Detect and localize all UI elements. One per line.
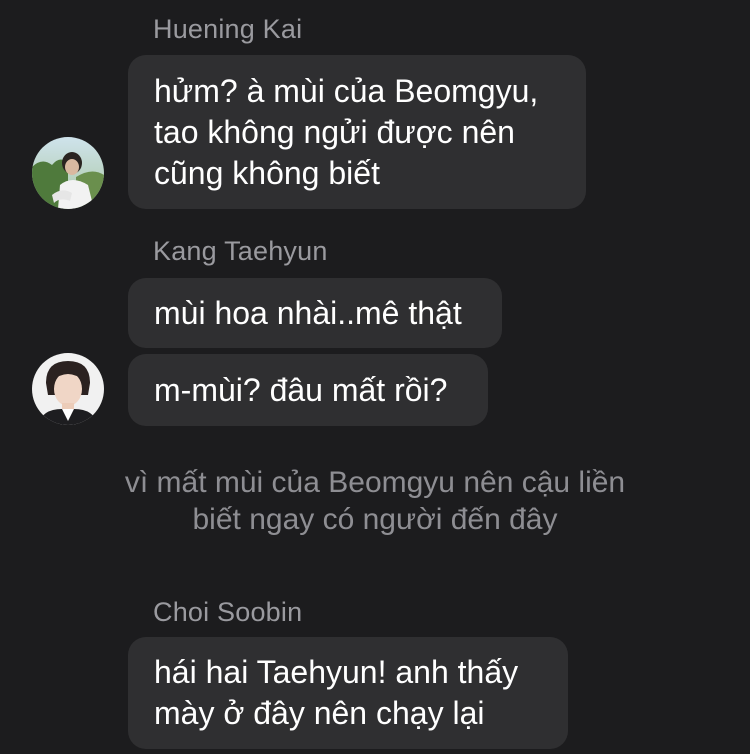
message-text: hái hai Taehyun! anh thấy mày ở đây nên …	[154, 654, 519, 731]
message-bubble[interactable]: hửm? à mùi của Beomgyu, tao không ngửi đ…	[128, 55, 586, 209]
profile-photo-portrait-icon	[32, 353, 104, 425]
sender-name-huening-kai: Huening Kai	[153, 14, 303, 44]
avatar-huening-kai[interactable]	[32, 137, 104, 209]
message-text: hửm? à mùi của Beomgyu, tao không ngửi đ…	[154, 72, 539, 191]
message-text: mùi hoa nhài..mê thật	[154, 294, 462, 331]
sender-name-choi-soobin: Choi Soobin	[153, 597, 303, 627]
system-note: vì mất mùi của Beomgyu nên cậu liền biết…	[0, 464, 750, 538]
message-bubble[interactable]: hái hai Taehyun! anh thấy mày ở đây nên …	[128, 637, 568, 749]
message-text: m-mùi? đâu mất rồi?	[154, 371, 448, 408]
avatar-kang-taehyun[interactable]	[32, 353, 104, 425]
system-note-line: vì mất mùi của Beomgyu nên cậu liền	[124, 466, 626, 499]
sender-name-kang-taehyun: Kang Taehyun	[153, 236, 328, 266]
system-note-line: biết ngay có người đến đây	[192, 503, 558, 536]
profile-photo-outdoor-icon	[32, 137, 104, 209]
message-bubble[interactable]: mùi hoa nhài..mê thật	[128, 278, 502, 348]
message-bubble[interactable]: m-mùi? đâu mất rồi?	[128, 354, 488, 426]
